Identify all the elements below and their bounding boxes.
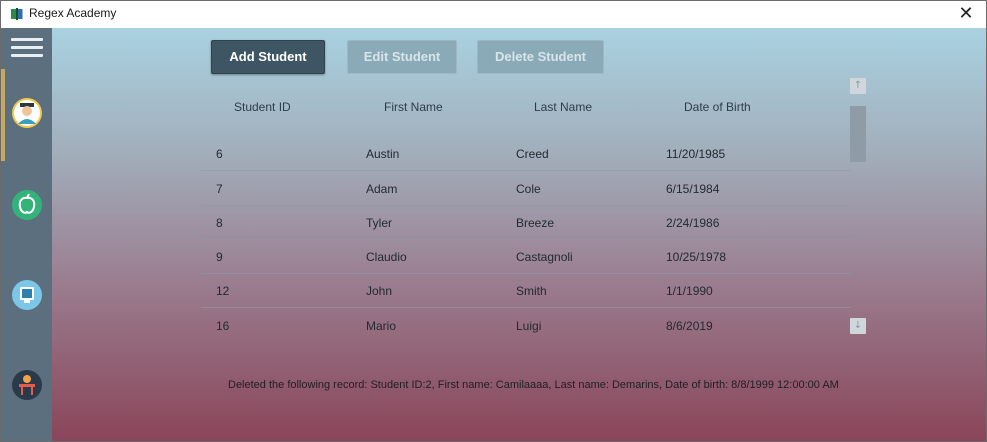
sidebar-item-subjects[interactable] — [10, 188, 44, 222]
app-window: Regex Academy ✕ Add Student Edit Student… — [0, 0, 987, 442]
hamburger-menu-button[interactable] — [11, 38, 43, 60]
apple-icon — [12, 190, 42, 220]
table-scrollbar[interactable]: ↑ ↓ — [849, 78, 867, 338]
table-row[interactable]: 9 Claudio Castagnoli 10/25/1978 — [201, 240, 851, 274]
desk-icon — [12, 370, 42, 400]
status-message: Deleted the following record: Student ID… — [228, 379, 839, 391]
table-row[interactable]: 7 Adam Cole 6/15/1984 — [201, 172, 851, 206]
cell-date-of-birth: 11/20/1985 — [666, 147, 726, 161]
cell-last-name: Luigi — [516, 319, 542, 333]
cell-date-of-birth: 6/15/1984 — [666, 182, 720, 196]
delete-student-button[interactable]: Delete Student — [477, 40, 604, 74]
close-button[interactable]: ✕ — [954, 3, 978, 25]
cell-first-name: John — [366, 284, 393, 298]
main-content: Add Student Edit Student Delete Student … — [52, 28, 986, 441]
cell-date-of-birth: 10/25/1978 — [666, 250, 727, 264]
cell-student-id: 6 — [216, 147, 223, 161]
monitor-icon — [12, 280, 42, 310]
column-header-first-name[interactable]: First Name — [384, 100, 443, 114]
cell-date-of-birth: 1/1/1990 — [666, 284, 713, 298]
table-row[interactable]: 16 Mario Luigi 8/6/2019 — [201, 309, 851, 343]
cell-first-name: Claudio — [366, 250, 407, 264]
window-title: Regex Academy — [29, 6, 117, 20]
student-icon — [12, 98, 42, 128]
cell-last-name: Smith — [516, 284, 547, 298]
book-icon — [11, 8, 23, 20]
scrollbar-thumb[interactable] — [850, 106, 866, 162]
arrow-up-icon: ↑ — [853, 80, 863, 91]
scroll-down-button[interactable]: ↓ — [850, 318, 866, 334]
cell-student-id: 7 — [216, 182, 223, 196]
close-icon: ✕ — [958, 3, 974, 24]
column-header-last-name[interactable]: Last Name — [534, 100, 592, 114]
sidebar-item-classroom[interactable] — [10, 368, 44, 402]
cell-first-name: Mario — [366, 319, 397, 333]
menu-icon — [11, 38, 43, 41]
table-row[interactable]: 8 Tyler Breeze 2/24/1986 — [201, 206, 851, 240]
arrow-down-icon: ↓ — [853, 320, 863, 331]
add-student-button[interactable]: Add Student — [211, 40, 325, 74]
cell-last-name: Creed — [516, 147, 549, 161]
scroll-up-button[interactable]: ↑ — [850, 78, 866, 94]
column-header-date-of-birth[interactable]: Date of Birth — [684, 100, 751, 114]
cell-first-name: Tyler — [366, 216, 393, 230]
cell-first-name: Austin — [366, 147, 400, 161]
cell-student-id: 8 — [216, 216, 223, 230]
table-row[interactable]: 12 John Smith 1/1/1990 — [201, 274, 851, 308]
cell-last-name: Cole — [516, 182, 541, 196]
sidebar-item-exams[interactable] — [10, 278, 44, 312]
cell-first-name: Adam — [366, 182, 398, 196]
active-nav-indicator — [1, 69, 5, 161]
cell-student-id: 9 — [216, 250, 223, 264]
cell-last-name: Castagnoli — [516, 250, 573, 264]
column-header-student-id[interactable]: Student ID — [234, 100, 291, 114]
cell-last-name: Breeze — [516, 216, 555, 230]
title-bar: Regex Academy ✕ — [1, 1, 986, 28]
edit-student-button[interactable]: Edit Student — [347, 40, 457, 74]
sidebar — [1, 28, 52, 441]
table-row[interactable]: 6 Austin Creed 11/20/1985 — [201, 137, 851, 171]
cell-student-id: 16 — [216, 319, 230, 333]
students-table[interactable]: Student ID First Name Last Name Date of … — [201, 84, 851, 334]
sidebar-item-students[interactable] — [10, 96, 44, 130]
table-header: Student ID First Name Last Name Date of … — [201, 84, 851, 134]
cell-student-id: 12 — [216, 284, 230, 298]
cell-date-of-birth: 2/24/1986 — [666, 216, 720, 230]
cell-date-of-birth: 8/6/2019 — [666, 319, 713, 333]
